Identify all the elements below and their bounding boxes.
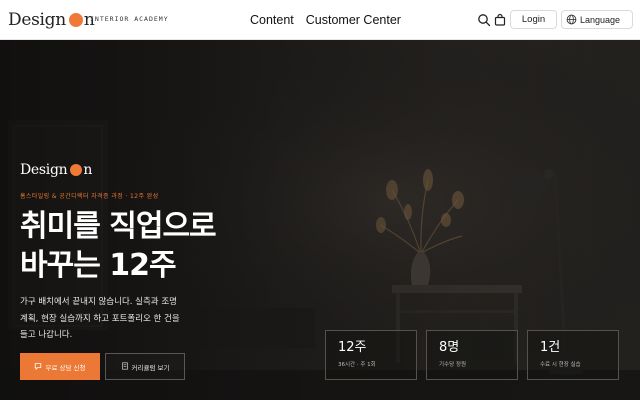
hero-brand-name-pre: Design — [20, 162, 68, 178]
desc-line-2: 계획, 현장 실습까지 하고 포트폴리오 한 건을 — [20, 313, 180, 324]
login-button[interactable]: Login — [510, 10, 557, 29]
stat-caption: 수료 시 현장 실습 — [540, 362, 581, 368]
brand-dot — [68, 13, 83, 27]
nav-customer-center[interactable]: Customer Center — [306, 11, 401, 29]
desc-line-3: 들고 나갑니다. — [20, 330, 73, 340]
hero-brand-dot — [70, 164, 83, 176]
desc-line-1: 가구 배치에서 끝내지 않습니다. 실측과 조명 — [20, 297, 177, 307]
stat-value: 1건 — [540, 340, 561, 355]
free-consultation-label: 무료 상담 신청 — [45, 363, 86, 372]
document-icon — [121, 361, 129, 372]
stat-value: 12주 — [338, 340, 367, 355]
language-label: Language — [580, 14, 621, 25]
hero-eyebrow: 홈스타일링 & 공간디렉터 자격증 과정 · 12주 완성 — [20, 193, 159, 200]
hero-brand-logo: Design n — [20, 160, 92, 180]
hero-description: 가구 배치에서 끝내지 않습니다. 실측과 조명 계획, 현장 실습까지 하고 … — [20, 294, 220, 344]
hero-headline: 취미를 직업으로 바꾸는 12주 — [20, 207, 217, 285]
stat-card-practice: 1건 수료 시 현장 실습 — [527, 330, 619, 380]
headline-line-1: 취미를 직업으로 — [20, 209, 217, 244]
brand-logo[interactable]: Design n — [8, 8, 95, 32]
shopping-bag-icon[interactable] — [493, 12, 509, 28]
brand-name-pre: Design — [8, 10, 66, 30]
stat-caption: 기수당 정원 — [439, 362, 467, 368]
site-header: Design n INTERIOR ACADEMY Content Custom… — [0, 0, 640, 40]
hero-brand-name-post: n — [83, 162, 93, 178]
brand-tagline: INTERIOR ACADEMY — [90, 15, 169, 23]
stat-card-duration: 12주 36시간 · 주 1회 — [325, 330, 417, 380]
language-selector[interactable]: Language — [561, 10, 633, 29]
globe-icon — [566, 10, 577, 29]
chat-icon — [34, 362, 42, 372]
stat-caption: 36시간 · 주 1회 — [338, 362, 376, 368]
main-nav: Content Customer Center — [250, 11, 401, 29]
view-curriculum-label: 커리큘럼 보기 — [131, 363, 170, 372]
nav-content[interactable]: Content — [250, 11, 294, 29]
stat-card-capacity: 8명 기수당 정원 — [426, 330, 518, 380]
stat-value: 8명 — [439, 340, 460, 355]
free-consultation-button[interactable]: 무료 상담 신청 — [20, 353, 100, 380]
view-curriculum-button[interactable]: 커리큘럼 보기 — [105, 353, 185, 380]
hero-section: Design n 홈스타일링 & 공간디렉터 자격증 과정 · 12주 완성 취… — [0, 40, 640, 400]
search-icon[interactable] — [477, 12, 493, 28]
headline-line-2: 바꾸는 12주 — [20, 248, 177, 283]
